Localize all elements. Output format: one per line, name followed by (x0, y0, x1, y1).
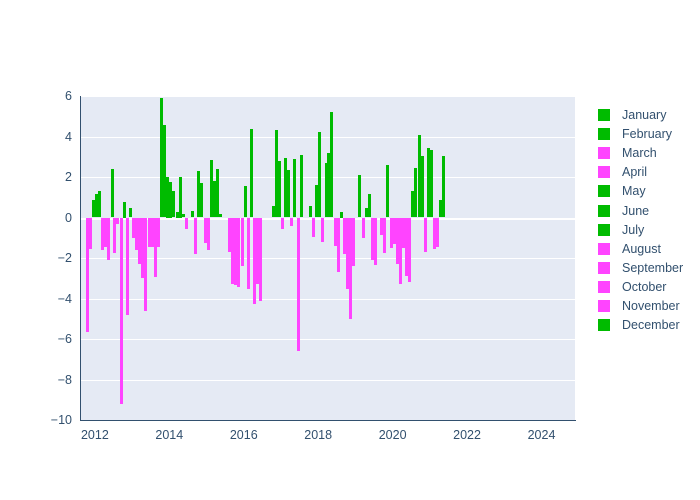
bar (308, 206, 312, 218)
gridline (80, 96, 575, 97)
y-axis-line (80, 96, 81, 421)
bar (330, 112, 334, 218)
bar (218, 214, 222, 218)
y-axis-tick-label: 6 (65, 89, 72, 103)
gridline (80, 380, 575, 381)
bar (383, 217, 387, 253)
bar (129, 208, 133, 218)
legend-item-label: December (622, 318, 680, 333)
gridline (80, 299, 575, 300)
x-axis-tick-label: 2016 (229, 428, 258, 442)
legend-swatch-icon (598, 280, 610, 293)
bar (125, 217, 129, 315)
bar (200, 183, 204, 218)
bar (97, 191, 101, 218)
bar (293, 158, 297, 218)
bar (206, 217, 210, 250)
y-axis-tick-label: 4 (65, 129, 72, 144)
legend-item-label: November (622, 299, 680, 313)
bar (277, 160, 281, 218)
bar (423, 217, 427, 252)
bar (408, 217, 412, 283)
bar (367, 194, 371, 218)
bar (240, 217, 244, 267)
bar (280, 217, 284, 229)
legend-swatch-icon (598, 109, 610, 121)
bar (290, 217, 294, 226)
gridline (80, 339, 575, 340)
legend-item-label: June (622, 203, 650, 218)
x-axis-tick-label: 2018 (304, 428, 333, 442)
legend-item-label: July (622, 222, 645, 237)
x-axis-line (80, 420, 576, 421)
bar-chart: 6 4 2 0 −2 −4 −6 −8 −10 2012 2014 2016 2018 2020 2022… (0, 0, 700, 500)
bar (318, 132, 322, 218)
legend-item-label: August (622, 241, 661, 256)
legend-swatch-icon (598, 128, 610, 141)
bar (299, 154, 303, 218)
bar (215, 168, 219, 218)
x-axis-tick-label: 2022 (453, 428, 481, 442)
legend-swatch-icon (598, 242, 610, 255)
legend-swatch-icon (598, 204, 610, 217)
legend: January February March April May June July Augu… (598, 108, 698, 337)
legend-swatch-icon (598, 166, 610, 179)
x-axis-tick-label: 2024 (527, 428, 556, 442)
y-axis-tick-label: −6 (57, 332, 72, 346)
legend-swatch-icon (598, 300, 610, 312)
bar (250, 129, 254, 218)
gridline (80, 137, 575, 138)
bar (178, 177, 182, 218)
bar (311, 217, 315, 237)
bar (194, 217, 198, 254)
bar (246, 217, 250, 290)
legend-swatch-icon (598, 319, 610, 332)
legend-item-label: May (622, 184, 646, 199)
legend-item-label: September (622, 260, 684, 275)
y-axis-tick-label: 0 (65, 210, 72, 225)
bar (321, 217, 325, 242)
bar (442, 155, 446, 218)
y-axis-tick-label: −8 (57, 372, 72, 387)
bar (296, 217, 300, 352)
legend-item-label: April (622, 165, 648, 180)
bar (243, 186, 247, 218)
bar (122, 202, 126, 218)
y-axis-tick-label: −2 (57, 251, 72, 265)
bar (436, 217, 440, 247)
bar (107, 217, 111, 261)
bar (157, 217, 161, 247)
bar (119, 217, 123, 404)
bar (336, 217, 340, 273)
bar (287, 169, 291, 218)
bar (259, 217, 263, 301)
legend-item-label: March (622, 146, 657, 161)
bar (358, 174, 362, 218)
x-axis-tick-label: 2012 (80, 428, 109, 442)
bar (386, 164, 390, 218)
legend-swatch-icon (598, 261, 610, 274)
bar (361, 217, 365, 238)
legend-swatch-icon (598, 185, 610, 198)
legend-swatch-icon (598, 147, 610, 160)
bar (352, 217, 356, 267)
y-axis-tick-label: 2 (65, 170, 72, 184)
bar (374, 217, 377, 266)
y-axis-tick-label: −10 (50, 413, 72, 427)
bar (110, 168, 114, 218)
y-axis-tick-label: −4 (57, 291, 72, 306)
x-axis-tick-label: 2014 (155, 428, 184, 442)
bar (420, 155, 424, 218)
legend-item-label: January (622, 108, 667, 122)
bar (184, 217, 188, 229)
legend-swatch-icon (598, 223, 610, 236)
bar (429, 149, 433, 218)
bar (88, 217, 92, 249)
x-axis-tick-label: 2020 (378, 428, 407, 442)
legend-item-label: October (622, 279, 667, 294)
legend-item-label: February (622, 127, 673, 142)
